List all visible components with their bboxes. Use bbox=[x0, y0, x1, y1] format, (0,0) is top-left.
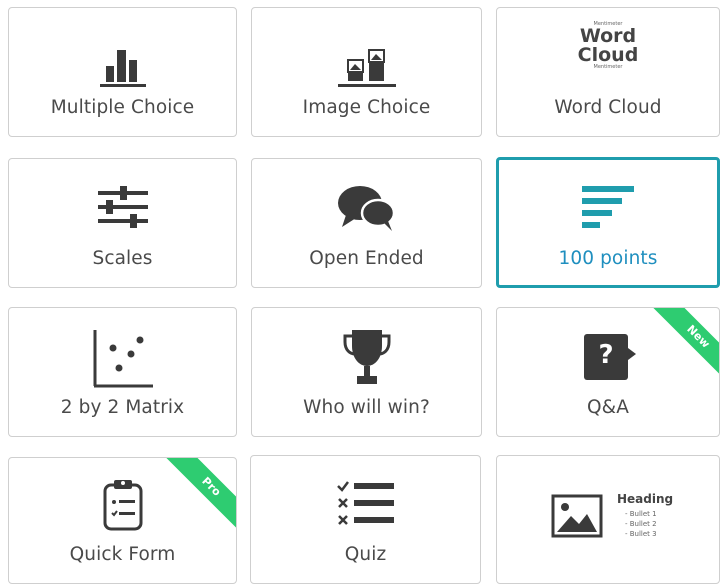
quiz-checklist-icon bbox=[336, 481, 394, 525]
tile-label: Multiple Choice bbox=[50, 97, 195, 118]
speech-bubbles-icon bbox=[337, 186, 395, 231]
tile-who-will-win[interactable]: Who will win? bbox=[251, 307, 482, 437]
tile-label: Who will win? bbox=[303, 397, 430, 418]
tile-label: Word Cloud bbox=[554, 97, 662, 118]
tile-image-bullets[interactable]: Heading - Bullet 1 - Bullet 2 - Bullet 3 bbox=[496, 455, 720, 584]
image-choice-icon bbox=[337, 49, 396, 87]
tile-label: 100 points bbox=[558, 248, 658, 269]
tile-label: Q&A bbox=[587, 397, 629, 418]
tile-scales[interactable]: Scales bbox=[8, 158, 237, 288]
tile-qa[interactable]: ? New Q&A bbox=[496, 307, 720, 437]
tile-multiple-choice[interactable]: Multiple Choice bbox=[8, 7, 237, 137]
tile-word-cloud[interactable]: Mentimeter Word Cloud Mentimeter Word Cl… bbox=[496, 7, 720, 137]
tile-label: Image Choice bbox=[302, 97, 431, 118]
horizontal-bars-icon bbox=[582, 186, 634, 228]
tile-open-ended[interactable]: Open Ended bbox=[251, 158, 482, 288]
tile-label: Open Ended bbox=[309, 248, 424, 269]
tile-label: Quick Form bbox=[69, 544, 176, 565]
question-bubble-icon: ? bbox=[580, 332, 636, 382]
trophy-icon bbox=[343, 330, 390, 384]
new-badge: New bbox=[644, 308, 719, 391]
slide-bullet: - Bullet 1 bbox=[625, 510, 657, 518]
tile-quiz[interactable]: Quiz bbox=[250, 455, 481, 584]
tile-2-by-2-matrix[interactable]: 2 by 2 Matrix bbox=[8, 307, 237, 437]
tile-label: Scales bbox=[92, 248, 153, 269]
bar-chart-icon bbox=[99, 50, 146, 87]
tile-label: Quiz bbox=[344, 544, 387, 565]
tile-quick-form[interactable]: Pro Quick Form bbox=[8, 457, 237, 584]
slide-bullet: - Bullet 3 bbox=[625, 530, 657, 538]
tile-label: 2 by 2 Matrix bbox=[60, 397, 185, 418]
word-cloud-icon: Mentimeter Word Cloud Mentimeter bbox=[577, 21, 639, 70]
slide-heading: Heading bbox=[617, 492, 674, 506]
image-icon bbox=[551, 494, 603, 538]
clipboard-form-icon bbox=[103, 480, 142, 531]
tile-100-points[interactable]: 100 points bbox=[496, 157, 720, 288]
sliders-icon bbox=[97, 186, 148, 228]
scatter-matrix-icon bbox=[93, 330, 153, 388]
tile-image-choice[interactable]: Image Choice bbox=[251, 7, 482, 137]
pro-badge: Pro bbox=[157, 458, 236, 541]
slide-bullet: - Bullet 2 bbox=[625, 520, 657, 528]
